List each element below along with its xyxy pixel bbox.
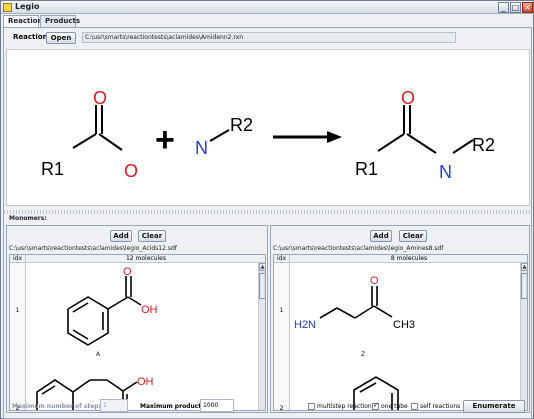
title-bar: Legio _ □ × [1,1,533,14]
mol-z-methyl: CH3 [393,319,415,331]
monomer-panel-amines: Add Clear C:\usr\smarts\reactiontests\ac… [270,225,530,413]
multistep-reactions-label: multistep reactions [317,403,375,410]
app-icon [3,3,12,12]
reaction-tab-content: Reaction: Open C:\usr\smarts\reactiontes… [3,27,532,419]
product-nitrogen: N [439,162,452,182]
close-button[interactable]: × [522,2,533,13]
mol1-hydroxyl: OH [141,304,158,316]
self-reactions-label: self reactions [420,403,461,410]
product-oxygen: O [401,88,415,108]
clear-monomer-button[interactable]: Clear [399,230,427,242]
mol-z-amine: H2N [294,319,316,331]
reaction-toolbar: Reaction: Open C:\usr\smarts\reactiontes… [4,28,531,47]
split-pane-divider[interactable] [4,210,531,214]
mol-z-oxygen: O [370,275,379,287]
idx-column: 1 2 [10,263,26,410]
idx-column: 1 2 [274,263,290,410]
monomer-file-path: C:\usr\smarts\reactiontests\aclamides\le… [9,245,177,252]
clear-monomer-button[interactable]: Clear [138,230,166,242]
one-tube-checkbox[interactable] [372,401,379,410]
tab-reaction[interactable]: Reaction [3,15,43,27]
reactant1-r-group: R1 [41,159,64,179]
window-title: Legio [15,2,40,11]
molecule-table: idx 8 molecules 1 2 ▲ O H2N CH3 Z [273,254,528,411]
molecule-row-1-structure[interactable]: O H2N CH3 [291,264,519,411]
idx-column-header: idx [10,255,26,263]
molecule-name: A [96,351,101,358]
enumeration-options-bar: Maximum number of steps: 1 Maximum produ… [4,395,531,419]
molecule-table: idx 12 molecules 1 2 ▲ O OH OH A [9,254,266,411]
reactant-1: O O R1 [41,88,138,181]
reaction-arrow [273,131,342,143]
row-index: 1 [279,307,284,314]
maximize-button[interactable]: □ [510,2,521,13]
one-tube-label: one tube [381,403,408,410]
product: O N R1 R2 [355,88,495,182]
reactant2-nitrogen: N [195,138,208,158]
reactant1-oxygen-single: O [124,161,138,181]
enumerate-button[interactable]: Enumerate [463,400,525,413]
max-products-field[interactable]: 1000 [200,399,234,412]
molecule-name: Z [361,351,366,358]
reactant1-oxygen-double: O [93,88,107,108]
mol2-hydroxyl: OH [137,376,154,388]
max-steps-field[interactable]: 1 [100,399,128,412]
self-reactions-checkbox[interactable] [411,403,418,410]
scroll-up-arrow[interactable]: ▲ [521,263,527,271]
molecule-count-header: 8 molecules [390,255,428,262]
plus-sign: + [155,121,175,159]
reactant-2: N R2 [195,115,253,158]
table-header: idx 12 molecules [10,255,265,263]
scroll-thumb[interactable] [259,273,265,299]
open-button[interactable]: Open [46,32,76,44]
reactant2-r-group: R2 [230,115,253,135]
reaction-path-field[interactable]: C:\usr\smarts\reactiontests\aclamides\Am… [82,32,456,43]
scroll-up-arrow[interactable]: ▲ [259,263,265,271]
max-products-label: Maximum products: [140,403,208,410]
idx-column-header: idx [274,255,290,263]
tab-products[interactable]: Products [40,15,80,27]
molecule-table-scrollbar[interactable]: ▲ [520,263,527,410]
add-monomer-button[interactable]: Add [370,230,392,242]
molecule-table-scrollbar[interactable]: ▲ [258,263,265,410]
scroll-thumb[interactable] [521,273,527,299]
reaction-label: Reaction: [13,33,51,41]
monomers-label: Monomers: [9,215,47,222]
molecule-count-header: 12 molecules [125,255,166,262]
mol1-oxygen-double: O [123,266,132,278]
monomer-file-path: C:\usr\smarts\reactiontests\aclamides\le… [273,245,444,252]
minimize-button[interactable]: _ [498,2,509,13]
add-monomer-button[interactable]: Add [110,230,132,242]
monomer-panel-acids: Add Clear C:\usr\smarts\reactiontests\ac… [6,225,268,413]
table-header: idx 8 molecules [274,255,527,263]
multistep-reactions-checkbox[interactable] [308,403,315,410]
product-r1-group: R1 [355,159,378,179]
reaction-scheme-canvas: O O R1 + N R2 O N R1 R2 [6,49,530,206]
max-steps-label: Maximum number of steps: [12,403,105,410]
product-r2-group: R2 [472,135,495,155]
reaction-scheme: O O R1 + N R2 O N R1 R2 [41,88,495,182]
row-index: 1 [15,307,20,314]
molecule-row-1-structure[interactable]: O OH OH [27,264,257,411]
app-window: Legio _ □ × Reaction Products Reaction: … [0,0,534,419]
